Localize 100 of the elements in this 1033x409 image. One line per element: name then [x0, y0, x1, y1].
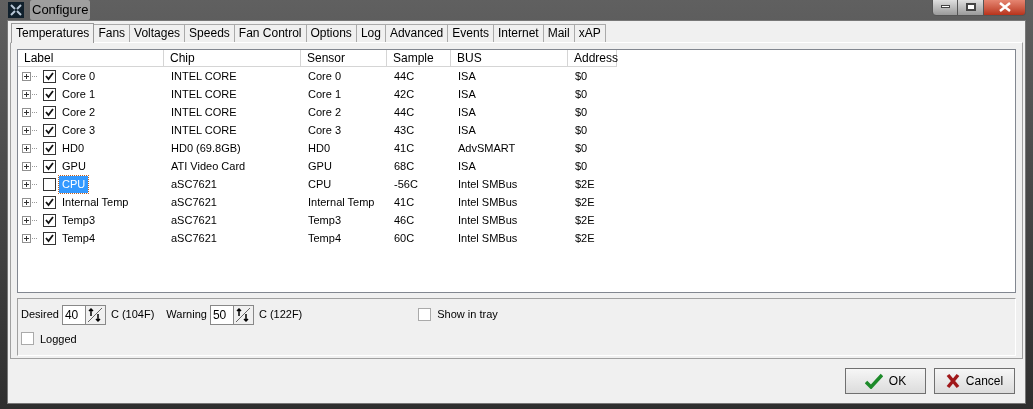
checkbox-label: Show in tray	[437, 307, 498, 323]
row-label[interactable]: HD0	[59, 140, 87, 157]
expand-icon[interactable]	[22, 72, 40, 81]
table-cell: Intel SMBus	[458, 196, 518, 209]
column-header[interactable]: Label	[18, 49, 164, 67]
checkbox[interactable]	[43, 232, 56, 245]
column-header[interactable]: Chip	[164, 49, 301, 67]
table-cell: Intel SMBus	[458, 232, 518, 245]
close-button[interactable]	[984, 0, 1026, 16]
table-cell: GPU	[308, 160, 332, 173]
table-cell: aSC7621	[171, 214, 217, 227]
expand-icon[interactable]	[22, 144, 40, 153]
unit-label: C (122F)	[258, 307, 303, 323]
table-cell: CPU	[308, 178, 332, 191]
checkbox[interactable]	[21, 332, 34, 346]
table-cell: Temp3	[308, 214, 342, 227]
table-cell: INTEL CORE	[171, 70, 237, 83]
checkbox-label: Logged	[40, 331, 77, 347]
row-label[interactable]: Core 2	[59, 104, 99, 121]
tab[interactable]: Mail	[543, 23, 575, 42]
tab[interactable]: Fans	[94, 23, 131, 42]
table-cell: Temp4	[308, 232, 342, 245]
expand-icon[interactable]	[22, 108, 40, 117]
tab[interactable]: Events	[448, 23, 494, 42]
minimize-icon	[940, 5, 950, 9]
table-cell: $0	[575, 106, 588, 119]
table-cell: 68C	[394, 160, 415, 173]
spin-button[interactable]	[233, 304, 254, 325]
ok-button[interactable]: OK	[845, 367, 926, 394]
column-header[interactable]: Sensor	[301, 49, 387, 67]
row-label[interactable]: Temp3	[59, 212, 99, 229]
table-cell: 41C	[394, 142, 415, 155]
expand-icon[interactable]	[22, 90, 40, 99]
table-cell: $0	[575, 88, 588, 101]
column-header[interactable]: BUS	[451, 49, 568, 67]
app-icon	[8, 1, 24, 18]
checkbox[interactable]	[43, 106, 56, 119]
tab[interactable]: Fan Control	[234, 23, 307, 42]
tab[interactable]: Options	[306, 23, 357, 42]
row-label[interactable]: Core 3	[59, 122, 99, 139]
expand-icon[interactable]	[22, 234, 40, 243]
spin-field[interactable]: 50	[209, 304, 234, 325]
table-cell: aSC7621	[171, 196, 217, 209]
expand-icon[interactable]	[22, 162, 40, 171]
checkbox[interactable]	[43, 124, 56, 137]
table-cell: 43C	[394, 124, 415, 137]
column-header[interactable]: Sample	[387, 49, 451, 67]
checkbox[interactable]	[43, 70, 56, 83]
minimize-button[interactable]	[932, 0, 958, 16]
expand-icon[interactable]	[22, 198, 40, 207]
table-cell: Core 0	[308, 70, 342, 83]
checkbox[interactable]	[43, 214, 56, 227]
window-title: Configure	[30, 0, 91, 20]
maximize-icon	[965, 2, 976, 11]
unit-label: C (104F)	[110, 307, 155, 323]
table-cell: INTEL CORE	[171, 88, 237, 101]
checkbox[interactable]	[43, 88, 56, 101]
maximize-button[interactable]	[958, 0, 984, 16]
row-label[interactable]: Temp4	[59, 230, 99, 247]
tab[interactable]: xAP	[574, 23, 606, 42]
checkbox[interactable]	[43, 160, 56, 173]
tab[interactable]: Advanced	[385, 23, 449, 42]
table-cell: $0	[575, 160, 588, 173]
table-cell: HD0 (69.8GB)	[171, 142, 241, 155]
tab[interactable]: Temperatures	[11, 22, 95, 43]
tab[interactable]: Speeds	[185, 23, 235, 42]
column-header[interactable]: Address	[568, 49, 617, 67]
checkbox[interactable]	[43, 142, 56, 155]
cancel-button[interactable]: Cancel	[934, 367, 1015, 394]
checkbox[interactable]	[43, 196, 56, 209]
checkbox[interactable]	[43, 178, 56, 191]
tab[interactable]: Log	[356, 23, 386, 42]
row-label[interactable]: Internal Temp	[59, 194, 132, 211]
expand-icon[interactable]	[22, 216, 40, 225]
row-label[interactable]: GPU	[59, 158, 89, 175]
close-icon	[998, 1, 1011, 12]
table-cell: ISA	[458, 88, 476, 101]
checkbox[interactable]	[418, 308, 432, 321]
table-cell: 41C	[394, 196, 415, 209]
table-cell: INTEL CORE	[171, 124, 237, 137]
row-label[interactable]: Core 1	[59, 86, 99, 103]
field-label: Desired	[21, 307, 59, 323]
table-cell: $2E	[575, 232, 595, 245]
table-cell: $2E	[575, 178, 595, 191]
tab[interactable]: Internet	[493, 23, 544, 42]
spin-field[interactable]: 40	[61, 304, 86, 325]
expand-icon[interactable]	[22, 126, 40, 135]
table-cell: ISA	[458, 106, 476, 119]
table-cell: -56C	[394, 178, 418, 191]
table-cell: $0	[575, 142, 588, 155]
spin-button[interactable]	[85, 304, 106, 325]
expand-icon[interactable]	[22, 180, 40, 189]
tab[interactable]: Voltages	[130, 23, 186, 42]
table-cell: aSC7621	[171, 178, 217, 191]
table-cell: $0	[575, 70, 588, 83]
table-cell: ISA	[458, 124, 476, 137]
table-cell: ISA	[458, 160, 476, 173]
table-cell: 44C	[394, 106, 415, 119]
check-icon	[864, 372, 883, 389]
row-label[interactable]: Core 0	[59, 68, 99, 85]
